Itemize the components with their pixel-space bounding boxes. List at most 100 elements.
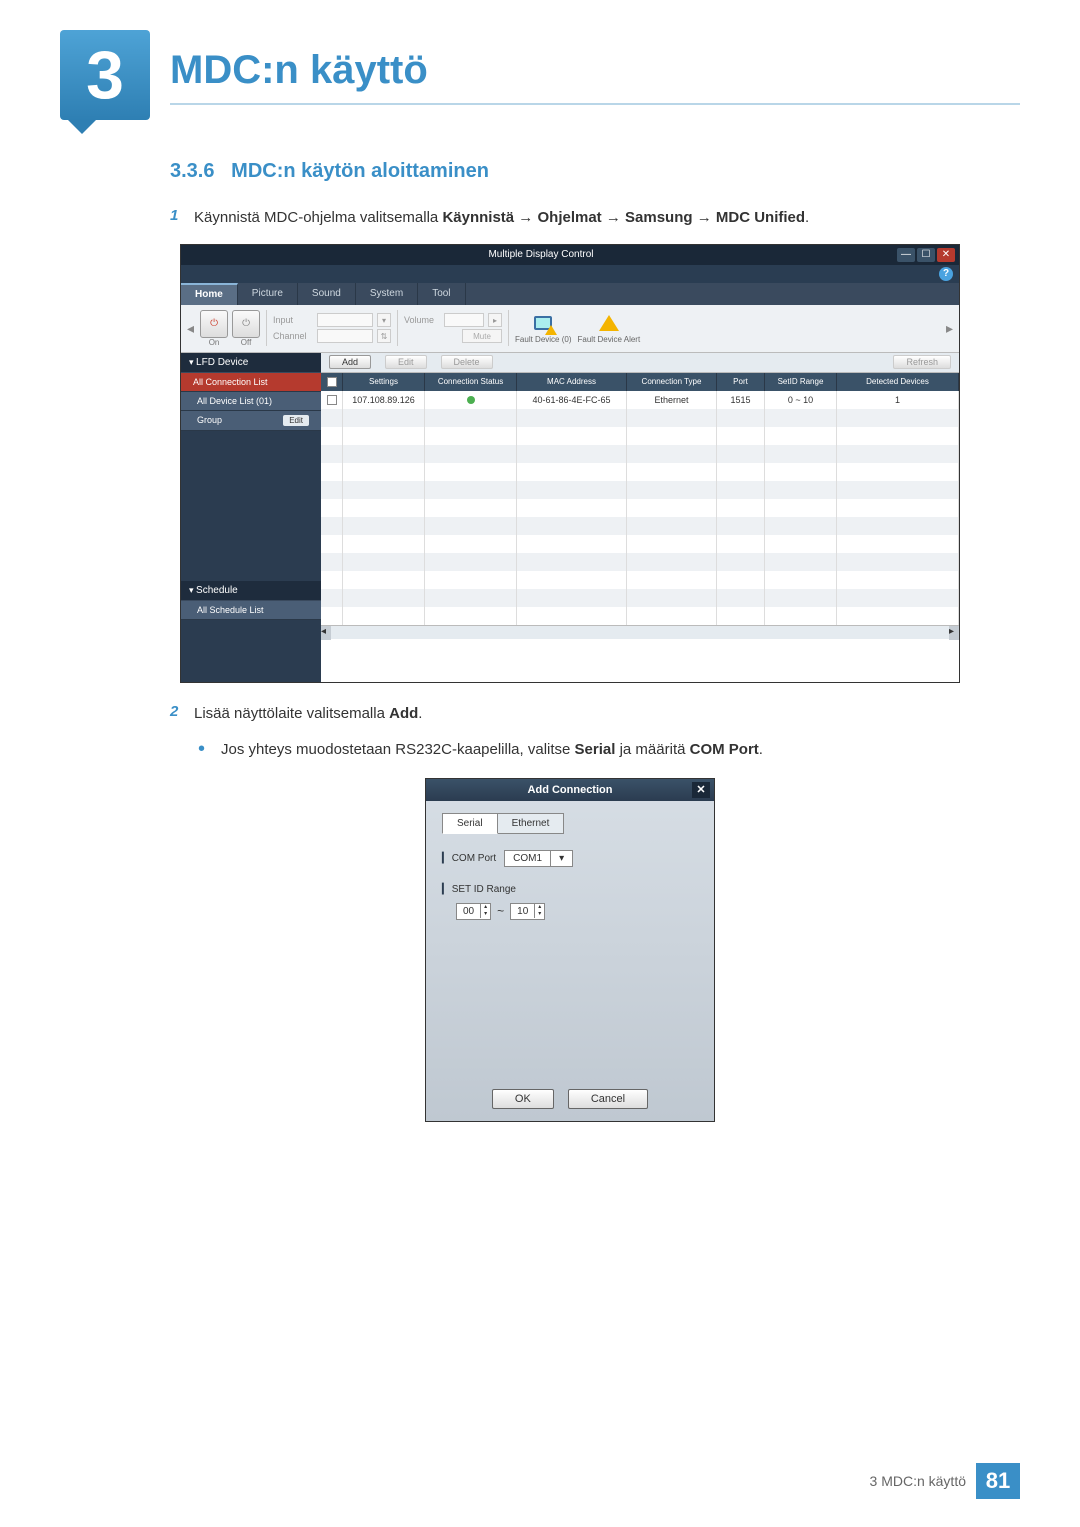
channel-stepper-icon[interactable]: ⇅ [377, 329, 391, 343]
volume-dropdown-icon[interactable]: ▸ [488, 313, 502, 327]
scroll-left-icon[interactable]: ◂ [187, 320, 194, 337]
window-title: Multiple Display Control [488, 249, 593, 260]
cell-mac: 40-61-86-4E-FC-65 [517, 391, 627, 409]
comport-value: COM1 [505, 851, 550, 866]
power-off-label: Off [232, 338, 260, 347]
step-number: 2 [170, 703, 182, 726]
section-heading: 3.3.6 MDC:n käytön aloittaminen [170, 160, 970, 183]
maximize-button[interactable]: ☐ [917, 248, 935, 262]
step-up-icon[interactable]: ▴ [481, 904, 490, 911]
sidebar-section-schedule[interactable]: Schedule [181, 581, 321, 601]
footer-text: 3 MDC:n käyttö [870, 1473, 966, 1489]
step-text: Lisää näyttölaite valitsemalla Add. [194, 703, 970, 726]
refresh-button[interactable]: Refresh [893, 355, 951, 369]
cell-detected: 1 [837, 391, 959, 409]
ok-button[interactable]: OK [492, 1089, 554, 1109]
chapter-header: 3 MDC:n käyttö [60, 30, 1020, 120]
power-on-button[interactable]: ⏻ [200, 310, 228, 338]
sidebar-item-all-device[interactable]: All Device List (01) [181, 392, 321, 411]
step-up-icon[interactable]: ▴ [535, 904, 544, 911]
sidebar-section-lfd[interactable]: LFD Device [181, 353, 321, 373]
table-row [321, 571, 959, 589]
help-icon[interactable]: ? [939, 267, 953, 281]
tab-picture[interactable]: Picture [238, 283, 298, 305]
cell-type: Ethernet [627, 391, 717, 409]
table-row [321, 481, 959, 499]
delete-button[interactable]: Delete [441, 355, 493, 369]
table-row [321, 517, 959, 535]
power-off-button[interactable]: ⏻ [232, 310, 260, 338]
sidebar-item-all-schedule[interactable]: All Schedule List [181, 601, 321, 620]
main-tabs: Home Picture Sound System Tool [181, 283, 959, 305]
dropdown-icon: ▾ [550, 851, 572, 866]
toolbar: ◂ ⏻ On ⏻ Off Input ▾ [181, 305, 959, 353]
table-row [321, 445, 959, 463]
comport-select[interactable]: COM1 ▾ [504, 850, 573, 867]
bullet-item: • Jos yhteys muodostetaan RS232C-kaapeli… [170, 739, 970, 762]
channel-select[interactable] [317, 329, 373, 343]
tab-home[interactable]: Home [181, 283, 238, 305]
sidebar-item-group[interactable]: Group Edit [181, 411, 321, 431]
tab-sound[interactable]: Sound [298, 283, 356, 305]
input-select[interactable] [317, 313, 373, 327]
alert-icon [599, 315, 619, 331]
main-panel: Add Edit Delete Refresh Settings Connect… [321, 353, 959, 682]
comport-field: COM Port COM1 ▾ [442, 850, 698, 867]
table-row[interactable]: 107.108.89.126 40-61-86-4E-FC-65 Etherne… [321, 391, 959, 409]
dialog-close-button[interactable]: ✕ [692, 782, 710, 798]
table-row [321, 553, 959, 571]
tab-ethernet[interactable]: Ethernet [498, 813, 565, 834]
tab-tool[interactable]: Tool [418, 283, 465, 305]
step-down-icon[interactable]: ▾ [535, 911, 544, 918]
range-from-stepper[interactable]: 00 ▴▾ [456, 903, 491, 920]
section-title: MDC:n käytön aloittaminen [231, 160, 489, 182]
row-checkbox[interactable] [327, 395, 337, 405]
fault-device-group[interactable]: Fault Device (0) [515, 313, 571, 344]
bullet-text: Jos yhteys muodostetaan RS232C-kaapelill… [221, 739, 970, 762]
volume-group: Volume ▸ Mute [404, 313, 502, 343]
close-button[interactable]: ✕ [937, 248, 955, 262]
cell-range: 0 ~ 10 [765, 391, 837, 409]
tab-serial[interactable]: Serial [442, 813, 498, 834]
step-1: 1 Käynnistä MDC-ohjelma valitsemalla Käy… [170, 207, 970, 230]
cancel-button[interactable]: Cancel [568, 1089, 648, 1109]
help-bar: ? [181, 265, 959, 283]
scroll-thumb-left[interactable]: ◂ [321, 626, 331, 640]
fault-alert-label: Fault Device Alert [578, 335, 641, 344]
scroll-right-icon[interactable]: ▸ [946, 320, 953, 337]
sidebar-item-all-connection[interactable]: All Connection List [181, 373, 321, 392]
step-down-icon[interactable]: ▾ [481, 911, 490, 918]
edit-button[interactable]: Edit [385, 355, 427, 369]
dialog-tabs: Serial Ethernet [442, 813, 698, 834]
chapter-title: MDC:n käyttö [170, 30, 1020, 105]
power-on-label: On [200, 338, 228, 347]
add-button[interactable]: Add [329, 355, 371, 369]
table-row [321, 607, 959, 625]
tab-system[interactable]: System [356, 283, 418, 305]
sidebar: LFD Device All Connection List All Devic… [181, 353, 321, 682]
range-to-value: 10 [511, 904, 534, 919]
page-number: 81 [976, 1463, 1020, 1499]
column-setid-range: SetID Range [765, 373, 837, 391]
connection-status-icon [467, 396, 475, 404]
table-row [321, 499, 959, 517]
input-dropdown-icon[interactable]: ▾ [377, 313, 391, 327]
sidebar-group-edit-button[interactable]: Edit [283, 415, 309, 426]
dialog-title: Add Connection [528, 784, 613, 796]
range-to-stepper[interactable]: 10 ▴▾ [510, 903, 545, 920]
chapter-number-badge: 3 [60, 30, 150, 120]
page-footer: 3 MDC:n käyttö 81 [870, 1463, 1020, 1499]
horizontal-scrollbar[interactable]: ◂ ▸ [321, 625, 959, 639]
column-checkbox[interactable] [321, 373, 343, 391]
table-row [321, 535, 959, 553]
table-row [321, 589, 959, 607]
mute-button[interactable]: Mute [462, 329, 502, 343]
table-row [321, 463, 959, 481]
column-connection-type: Connection Type [627, 373, 717, 391]
scroll-thumb-right[interactable]: ▸ [949, 626, 959, 640]
setid-range-label: SET ID Range [442, 884, 516, 895]
input-channel-group: Input ▾ Channel ⇅ [273, 313, 391, 343]
fault-alert-group[interactable]: Fault Device Alert [578, 313, 641, 344]
volume-input[interactable] [444, 313, 484, 327]
minimize-button[interactable]: — [897, 248, 915, 262]
